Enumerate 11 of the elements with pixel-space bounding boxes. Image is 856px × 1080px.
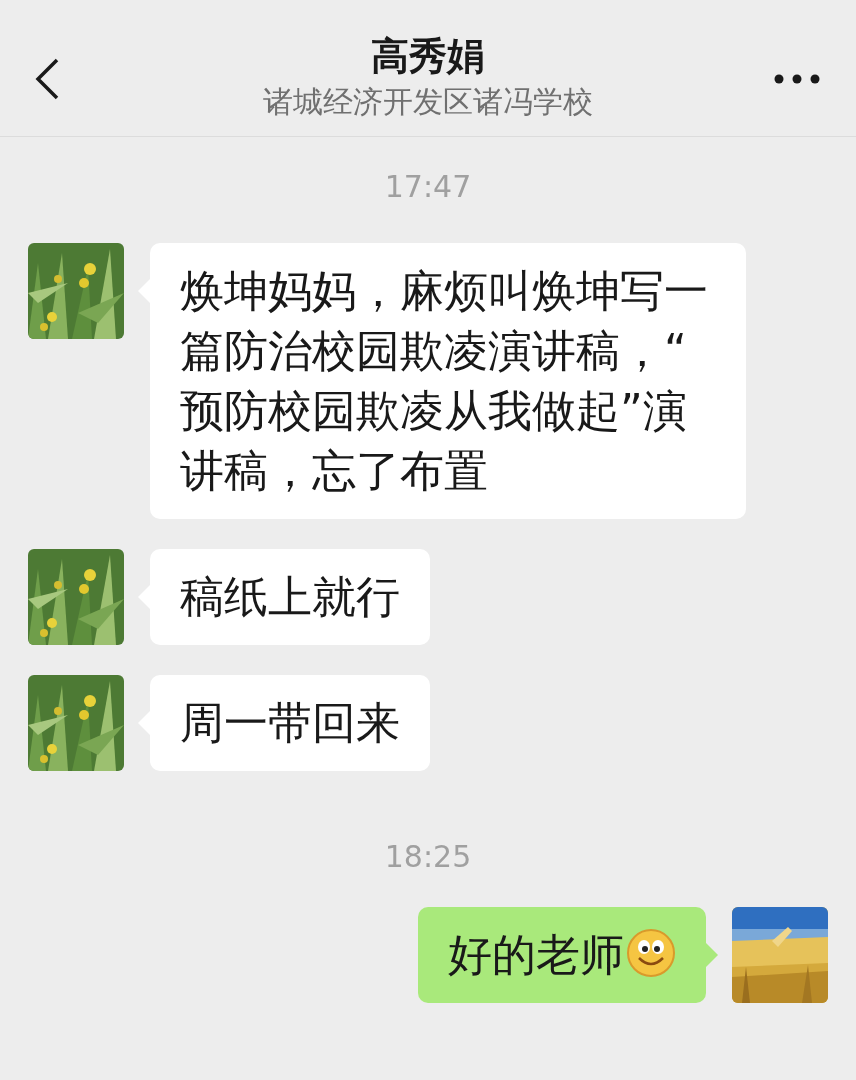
message-bubble: 好的老师	[418, 907, 706, 1003]
message-bubble: 周一带回来	[150, 675, 430, 771]
contact-organization: 诸城经济开发区诸冯学校	[263, 83, 593, 121]
bubble-tail	[706, 943, 718, 967]
message-bubble: 稿纸上就行	[150, 549, 430, 645]
more-icon[interactable]	[774, 74, 820, 84]
contact-name: 高秀娟	[371, 33, 485, 80]
timestamp: 18:25	[384, 838, 472, 876]
message-bubble: 焕坤妈妈，麻烦叫焕坤写一篇防治校园欺凌演讲稿，“预防校园欺凌从我做起”演讲稿，忘了布置	[150, 243, 746, 519]
back-icon[interactable]	[34, 58, 60, 100]
timestamp: 17:47	[384, 168, 472, 206]
